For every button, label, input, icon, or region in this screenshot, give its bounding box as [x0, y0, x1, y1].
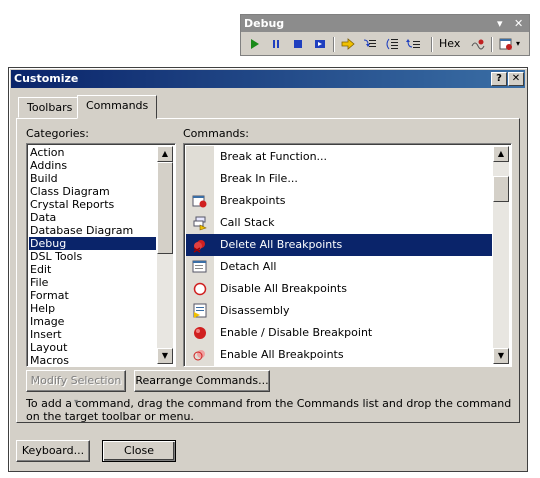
- debug-toolbar-buttons: Hex ▾: [243, 35, 527, 55]
- command-item[interactable]: Disassembly: [186, 300, 492, 322]
- debug-toolbar-titlebar[interactable]: Debug ▾ ✕: [241, 15, 529, 32]
- toggle-breakpoint-icon: [192, 325, 208, 341]
- category-item[interactable]: Data: [29, 211, 156, 224]
- category-item[interactable]: File: [29, 276, 156, 289]
- command-label: Enable / Disable Breakpoint: [220, 326, 373, 339]
- command-label: Break In File...: [220, 172, 298, 185]
- step-into-icon[interactable]: [361, 35, 379, 53]
- category-item[interactable]: Build: [29, 172, 156, 185]
- command-label: Call Stack: [220, 216, 275, 229]
- break-all-icon[interactable]: [267, 35, 285, 53]
- category-item[interactable]: Crystal Reports: [29, 198, 156, 211]
- command-item[interactable]: Delete All Breakpoints: [186, 234, 492, 256]
- category-item[interactable]: Action: [29, 146, 156, 159]
- close-icon[interactable]: ✕: [514, 15, 523, 32]
- close-icon[interactable]: ✕: [508, 72, 524, 86]
- detach-all-icon: [192, 259, 208, 275]
- keyboard-button[interactable]: Keyboard...: [16, 440, 90, 462]
- command-item[interactable]: Enable All Breakpoints: [186, 344, 492, 366]
- toolbar-separator: [333, 37, 335, 52]
- tab-commands[interactable]: Commands: [77, 95, 158, 119]
- command-label: Disassembly: [220, 304, 290, 317]
- command-label: Breakpoints: [220, 194, 286, 207]
- command-label: Enable All Breakpoints: [220, 348, 344, 361]
- commands-list[interactable]: Break at Function... Break In File... Brea…: [183, 143, 512, 367]
- close-button[interactable]: Close: [102, 440, 176, 462]
- debug-toolbar[interactable]: Debug ▾ ✕ Hex ▾: [240, 14, 530, 56]
- dialog-title: Customize: [14, 72, 79, 85]
- command-label: Detach All: [220, 260, 277, 273]
- category-item[interactable]: Image: [29, 315, 156, 328]
- breakpoint-window-icon[interactable]: [469, 35, 487, 53]
- category-item[interactable]: Class Diagram: [29, 185, 156, 198]
- category-item[interactable]: Macros: [29, 354, 156, 366]
- scroll-up-button[interactable]: ▲: [157, 146, 173, 162]
- scroll-down-button[interactable]: ▼: [493, 348, 509, 364]
- rearrange-commands-button[interactable]: Rearrange Commands...: [134, 370, 270, 392]
- toolbar-separator: [491, 37, 493, 52]
- category-item[interactable]: Insert: [29, 328, 156, 341]
- start-icon[interactable]: [245, 35, 263, 53]
- restart-icon[interactable]: [311, 35, 329, 53]
- command-item[interactable]: Enable / Disable Breakpoint: [186, 322, 492, 344]
- modify-selection-label: Modify Selection: [30, 374, 122, 387]
- hex-toggle-button[interactable]: Hex: [439, 35, 460, 53]
- command-item[interactable]: Detach All: [186, 256, 492, 278]
- scroll-up-button[interactable]: ▲: [493, 146, 509, 162]
- debug-toolbar-title: Debug: [244, 17, 285, 30]
- disassembly-icon: [192, 303, 208, 319]
- command-item[interactable]: Breakpoints: [186, 190, 492, 212]
- category-item[interactable]: Database Diagram: [29, 224, 156, 237]
- commands-scrollbar[interactable]: ▲ ▼: [493, 146, 509, 364]
- toolbar-separator: [431, 37, 433, 52]
- tab-toolbars[interactable]: Toolbars: [18, 97, 82, 118]
- command-item[interactable]: Break In File...: [186, 168, 492, 190]
- category-item[interactable]: Edit: [29, 263, 156, 276]
- command-label: Disable All Breakpoints: [220, 282, 347, 295]
- stop-icon[interactable]: [289, 35, 307, 53]
- categories-list[interactable]: Action Addins Build Class Diagram Crystal Re…: [26, 143, 176, 367]
- help-button[interactable]: ?: [491, 72, 507, 86]
- category-item[interactable]: Addins: [29, 159, 156, 172]
- scroll-down-button[interactable]: ▼: [157, 348, 173, 364]
- enable-breakpoints-icon: [192, 347, 208, 363]
- command-label: Delete All Breakpoints: [220, 238, 343, 251]
- toolbar-options-icon[interactable]: ▾: [497, 15, 503, 32]
- show-next-statement-icon[interactable]: [339, 35, 357, 53]
- command-label: Break at Function...: [220, 150, 328, 163]
- chevron-down-icon[interactable]: ▾: [513, 35, 523, 53]
- call-stack-icon: [192, 215, 208, 231]
- command-item[interactable]: Call Stack: [186, 212, 492, 234]
- category-item[interactable]: DSL Tools: [29, 250, 156, 263]
- category-item[interactable]: Help: [29, 302, 156, 315]
- disable-breakpoints-icon: [192, 281, 208, 297]
- step-over-icon[interactable]: [383, 35, 401, 53]
- scroll-thumb[interactable]: [157, 162, 173, 254]
- help-text: To add a command, drag the command from …: [26, 397, 512, 423]
- breakpoints-icon: [192, 193, 208, 209]
- command-item[interactable]: Disable All Breakpoints: [186, 278, 492, 300]
- categories-scrollbar[interactable]: ▲ ▼: [157, 146, 173, 364]
- category-item[interactable]: Layout: [29, 341, 156, 354]
- command-item[interactable]: Break at Function...: [186, 146, 492, 168]
- categories-label: Categories:: [26, 127, 89, 140]
- dialog-titlebar[interactable]: Customize ? ✕: [11, 70, 525, 88]
- scroll-thumb[interactable]: [493, 176, 509, 202]
- step-out-icon[interactable]: [405, 35, 423, 53]
- delete-breakpoints-icon: [192, 237, 208, 253]
- category-item[interactable]: Format: [29, 289, 156, 302]
- commands-label: Commands:: [183, 127, 249, 140]
- modify-selection-button[interactable]: Modify Selection ▾: [26, 370, 126, 406]
- category-item[interactable]: Debug: [29, 237, 156, 250]
- customize-dialog: Customize ? ✕ Toolbars Commands Categori…: [8, 67, 528, 472]
